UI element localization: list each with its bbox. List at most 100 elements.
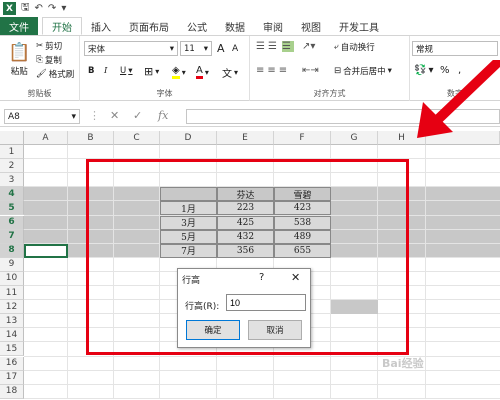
row-header-1[interactable]: 1	[0, 145, 24, 160]
grow-font-button[interactable]: A	[217, 42, 225, 55]
dialog-title: 行高	[182, 276, 201, 286]
save-icon[interactable]: 🖫	[21, 0, 30, 17]
chevron-down-icon: ▾	[155, 67, 160, 76]
tab-8[interactable]: 开发工具	[330, 17, 388, 35]
enter-icon[interactable]: ✓	[133, 109, 142, 122]
row-header-8[interactable]: 8	[0, 243, 24, 258]
underline-button[interactable]: U ▾	[120, 66, 133, 76]
font-size-select[interactable]: 11 ▾	[180, 41, 212, 56]
font-color-button[interactable]: A ▾	[196, 65, 209, 79]
scissors-icon: ✂	[36, 41, 44, 51]
row-header-5[interactable]: 5	[0, 201, 24, 216]
format-painter-button[interactable]: 🖌 格式刷	[36, 68, 74, 80]
font-group: 宋体 ▾ 11 ▾ A A B I U ▾ ⊞ ▾ ◈ ▾ A ▾ 文 ▾ 字体	[80, 36, 250, 101]
row-header-6[interactable]: 6	[0, 215, 24, 230]
brush-icon: 🖌	[36, 69, 47, 79]
shrink-font-button[interactable]: A	[232, 44, 238, 54]
row-header-17[interactable]: 17	[0, 370, 24, 385]
tab-6[interactable]: 审阅	[254, 17, 292, 35]
chevron-down-icon: ▾	[203, 43, 208, 54]
merge-center-button[interactable]: ⊟ 合并后居中 ▾	[334, 65, 392, 77]
row-header-13[interactable]: 13	[0, 314, 24, 329]
borders-button[interactable]: ⊞ ▾	[144, 65, 159, 78]
orientation-icon[interactable]: ↗▾	[302, 41, 315, 52]
ok-button[interactable]: 确定	[186, 320, 240, 340]
row-header-14[interactable]: 14	[0, 328, 24, 343]
cancel-icon[interactable]: ✕	[110, 109, 119, 122]
clipboard-group: 📋 粘贴 ✂ 剪切 ⎘ 复制 🖌 格式刷 剪贴板	[0, 36, 80, 101]
merge-icon: ⊟	[334, 66, 342, 76]
column-header-c[interactable]: C	[114, 131, 160, 145]
tab-3[interactable]: 页面布局	[120, 17, 178, 35]
undo-icon[interactable]: ↶	[35, 3, 43, 14]
column-header-g[interactable]: G	[331, 131, 378, 145]
close-icon[interactable]: ✕	[291, 271, 300, 284]
paste-button[interactable]: 📋 粘贴	[8, 42, 30, 77]
tab-2[interactable]: 插入	[82, 17, 120, 35]
customize-qa-icon[interactable]: ▾	[61, 3, 66, 14]
title-bar: X 🖫 ↶ ↷ ▾	[0, 0, 500, 17]
font-family-select[interactable]: 宋体 ▾	[84, 41, 178, 56]
tab-7[interactable]: 视图	[292, 17, 330, 35]
chevron-down-icon: ▾	[234, 68, 239, 77]
row-height-label: 行高(R):	[185, 302, 220, 312]
tab-1[interactable]: 开始	[42, 17, 82, 35]
name-box[interactable]: A8 ▾	[4, 109, 80, 124]
row-height-input[interactable]	[226, 294, 306, 311]
column-header-e[interactable]: E	[217, 131, 274, 145]
fill-color-button[interactable]: ◈ ▾	[172, 65, 186, 79]
chevron-down-icon: ▾	[181, 67, 186, 77]
ribbon-tabs: 文件 开始 插入 页面布局 公式 数据 审阅 视图 开发工具	[0, 17, 500, 36]
grid-row-line	[24, 369, 500, 371]
indent-icons[interactable]: ⇤⇥	[302, 65, 319, 76]
grid-column-line	[425, 145, 426, 399]
column-header-f[interactable]: F	[274, 131, 331, 145]
row-header-18[interactable]: 18	[0, 384, 24, 399]
row-header-3[interactable]: 3	[0, 173, 24, 188]
copy-button[interactable]: ⎘ 复制	[36, 54, 62, 66]
row-header-10[interactable]: 10	[0, 271, 24, 286]
column-header-b[interactable]: B	[68, 131, 114, 145]
copy-icon: ⎘	[36, 55, 43, 65]
number-format-select[interactable]: 常规	[412, 41, 498, 56]
row-header-7[interactable]: 7	[0, 229, 24, 244]
redo-icon[interactable]: ↷	[48, 3, 56, 14]
chevron-down-icon: ▾	[128, 66, 133, 76]
column-header-d[interactable]: D	[160, 131, 217, 145]
vertical-align-icons[interactable]: ☰☰ ☰	[256, 41, 294, 52]
row-header-12[interactable]: 12	[0, 300, 24, 315]
column-header-a[interactable]: A	[24, 131, 68, 145]
help-icon[interactable]: ?	[259, 272, 264, 283]
tab-0[interactable]: 文件	[0, 17, 38, 35]
italic-button[interactable]: I	[104, 66, 107, 76]
wrap-text-button[interactable]: ⤶ 自动换行	[334, 41, 375, 53]
excel-logo-icon: X	[3, 2, 16, 15]
tab-4[interactable]: 公式	[178, 17, 216, 35]
chevron-down-icon: ▾	[169, 43, 174, 54]
row-header-15[interactable]: 15	[0, 342, 24, 357]
select-all-corner[interactable]	[0, 131, 24, 145]
horizontal-align-icons[interactable]: ≡≡≡	[256, 65, 290, 76]
chevron-down-icon: ▾	[387, 66, 392, 76]
row-header-11[interactable]: 11	[0, 286, 24, 301]
watermark-logo: Bai经验	[382, 357, 424, 370]
cancel-button[interactable]: 取消	[248, 320, 302, 340]
row-header-4[interactable]: 4	[0, 187, 24, 202]
row-header-9[interactable]: 9	[0, 257, 24, 272]
phonetic-button[interactable]: 文 ▾	[222, 65, 238, 80]
arrow-shaft	[426, 60, 500, 131]
active-cell[interactable]	[24, 243, 68, 258]
row-header-2[interactable]: 2	[0, 159, 24, 174]
row-header-16[interactable]: 16	[0, 356, 24, 371]
chevron-down-icon: ▾	[71, 111, 76, 122]
grid-row-line	[24, 397, 500, 399]
tab-5[interactable]: 数据	[216, 17, 254, 35]
wrap-text-icon: ⤶	[334, 42, 339, 52]
cut-button[interactable]: ✂ 剪切	[36, 40, 62, 52]
chevron-down-icon: ▾	[204, 67, 209, 77]
insert-function-icon[interactable]: fx	[158, 109, 168, 122]
bold-button[interactable]: B	[88, 66, 94, 76]
grid-row-line	[24, 355, 500, 357]
borders-icon: ⊞	[144, 65, 154, 78]
font-group-label: 字体	[156, 89, 173, 98]
